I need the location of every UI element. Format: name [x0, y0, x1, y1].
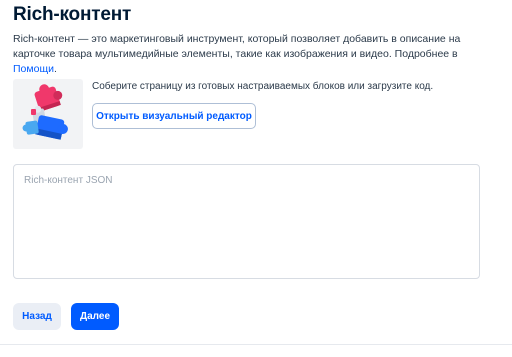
editor-hint: Соберите страницу из готовых настраиваем… [92, 81, 434, 92]
description-end: . [53, 63, 57, 75]
divider [0, 344, 512, 345]
description-text: Rich-контент — это маркетинговый инструм… [13, 33, 461, 60]
back-button[interactable]: Назад [13, 303, 61, 330]
page-title: Rich-контент [13, 4, 132, 25]
rich-content-json-input[interactable] [13, 164, 480, 279]
puzzle-pieces-icon [22, 84, 68, 140]
open-visual-editor-button[interactable]: Открыть визуальный редактор [92, 103, 256, 129]
puzzle-illustration [13, 79, 83, 149]
next-button[interactable]: Далее [71, 303, 119, 330]
page-description: Rich-контент — это маркетинговый инструм… [13, 32, 493, 77]
help-link[interactable]: Помощи [13, 63, 54, 75]
